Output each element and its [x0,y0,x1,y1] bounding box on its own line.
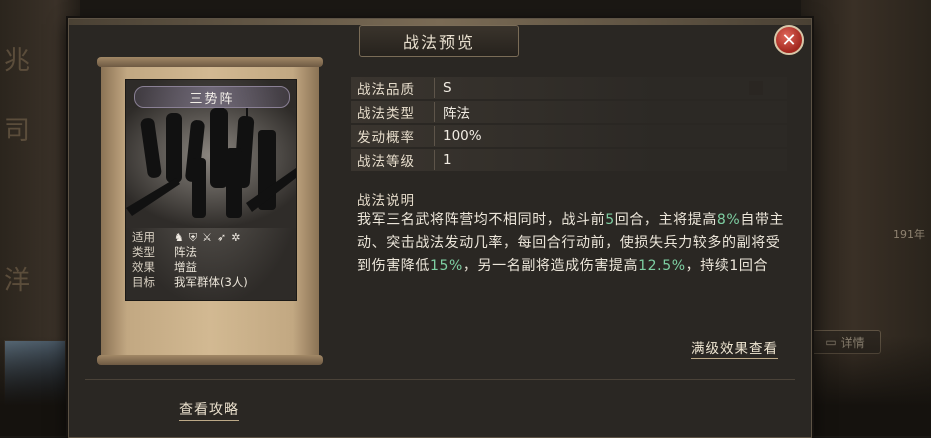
property-type: 战法类型 阵法 [351,101,787,123]
applicable-unit-icons: ♞ ⛨ ⚔ ➶ ✲ [174,230,240,245]
property-value: 1 [443,152,452,168]
tactic-card: 三势阵 适用 ♞ ⛨ ⚔ ➶ ✲ 类型 阵法 效果 增益 目标 我军群体(3人) [125,79,297,301]
description-highlight: 15% [430,258,463,274]
background-year-badge: 191年 [893,228,925,241]
arrow-icon: ➶ [217,231,227,244]
property-quality: 战法品质 S [351,77,787,99]
tactic-description: 我军三名武将阵营均不相同时，战斗前5回合，主将提高8%自带主动、突击战法发动几率… [357,209,789,278]
info-row-target: 目标 我军群体(3人) [132,275,292,290]
tactic-name: 三势阵 [134,86,290,108]
info-row-effect: 效果 增益 [132,260,292,275]
background-glyph: 洋 [4,266,31,296]
max-level-effect-link[interactable]: 满级效果查看 [691,337,778,359]
description-highlight: 5 [605,212,615,228]
description-highlight: 12.5% [638,258,686,274]
background-glyph: 兆 [4,46,31,76]
property-row-cap [749,81,763,95]
description-text: ，持续1回合 [685,258,769,274]
tactic-info: 适用 ♞ ⛨ ⚔ ➶ ✲ 类型 阵法 效果 增益 目标 我军群体(3人) [132,230,292,290]
view-strategy-link[interactable]: 查看攻略 [179,399,239,421]
tactic-scroll: 三势阵 适用 ♞ ⛨ ⚔ ➶ ✲ 类型 阵法 效果 增益 目标 我军群体(3人) [97,57,323,365]
tactic-preview-dialog: 战法预览 ✕ 三势阵 适用 ♞ ⛨ ⚔ ➶ ✲ 类型 阵法 效果 增益 目标 我… [68,18,812,438]
info-row-applicable: 适用 ♞ ⛨ ⚔ ➶ ✲ [132,230,292,245]
info-key: 类型 [132,245,155,259]
property-key: 发动概率 [351,126,435,146]
description-text: ，另一名副将造成伤害提高 [462,258,639,274]
property-value: 阵法 [443,106,470,122]
property-key: 战法等级 [351,150,435,170]
crossed-swords-icon: ⚔ [202,231,212,244]
property-value: S [443,80,452,96]
wheel-icon: ✲ [231,231,241,244]
dialog-divider [85,379,795,380]
description-text: 回合，主将提高 [614,212,717,228]
description-label: 战法说明 [357,193,415,209]
info-value: 增益 [174,260,197,274]
cavalry-icon: ♞ [174,231,184,244]
close-icon: ✕ [781,29,797,51]
background-glyph: 司 [4,116,31,146]
description-highlight: 8% [716,212,741,228]
close-button[interactable]: ✕ [774,25,804,55]
tactic-artwork [126,108,296,228]
property-trigger-rate: 发动概率 100% [351,125,787,147]
property-value: 100% [443,128,482,144]
property-key: 战法品质 [351,78,435,98]
shield-icon: ⛨ [188,231,198,244]
info-value: 我军群体(3人) [174,275,248,289]
info-value: 阵法 [174,245,197,259]
property-level: 战法等级 1 [351,149,787,171]
info-key: 效果 [132,260,155,274]
dialog-title: 战法预览 [359,25,519,57]
description-text: 我军三名武将阵营均不相同时，战斗前 [357,212,606,228]
info-key: 适用 [132,230,155,244]
info-row-type: 类型 阵法 [132,245,292,260]
property-key: 战法类型 [351,102,435,122]
info-key: 目标 [132,275,155,289]
tactic-properties: 战法品质 S 战法类型 阵法 发动概率 100% 战法等级 1 [351,77,787,173]
